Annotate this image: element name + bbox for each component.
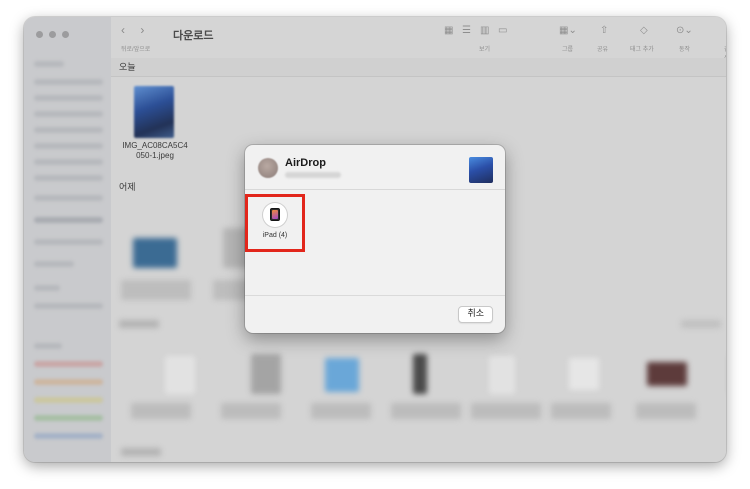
sidebar-item-blurred[interactable]: [34, 143, 103, 149]
airdrop-footer: 취소: [245, 295, 505, 333]
file-name-blurred: [121, 280, 191, 300]
file-thumbnail[interactable]: [569, 358, 599, 390]
airdrop-title: AirDrop: [285, 157, 326, 169]
icon-view-icon[interactable]: ▦: [444, 25, 453, 36]
section-header-blurred: [121, 448, 161, 456]
file-name-blurred: [311, 403, 371, 419]
sidebar-item-blurred[interactable]: [34, 111, 103, 117]
file-name-blurred: [221, 403, 281, 419]
section-header-blurred: [119, 320, 159, 328]
file-thumbnail[interactable]: [325, 358, 359, 392]
sidebar-tag-green[interactable]: [34, 415, 103, 421]
nav-label: 뒤로/앞으로: [121, 47, 151, 53]
ipad-icon: [263, 203, 287, 227]
file-name-blurred: [131, 403, 191, 419]
file-name-blurred: [391, 403, 461, 419]
group-icon[interactable]: ▦⌄: [559, 25, 577, 36]
device-label: iPad (4): [262, 232, 288, 239]
shared-file-preview: [469, 157, 493, 183]
sidebar: [24, 17, 111, 462]
sidebar-item-blurred[interactable]: [34, 79, 103, 85]
show-more-blurred[interactable]: [681, 320, 721, 328]
file-thumbnail[interactable]: [134, 86, 174, 138]
file-name-line2: 050-1.jpeg: [136, 151, 174, 160]
sidebar-item-blurred[interactable]: [34, 239, 103, 245]
sidebar-item-blurred[interactable]: [34, 159, 103, 165]
sidebar-item-blurred[interactable]: [34, 127, 103, 133]
share-label: 공유: [597, 47, 609, 53]
file-thumbnail[interactable]: [413, 354, 427, 394]
sidebar-tag-orange[interactable]: [34, 379, 103, 385]
section-today: 오늘: [111, 58, 726, 77]
sidebar-tag-red[interactable]: [34, 361, 103, 367]
sidebar-item-blurred[interactable]: [34, 95, 103, 101]
view-label: 보기: [479, 47, 491, 53]
window-title: 다운로드: [173, 30, 214, 42]
file-thumbnail[interactable]: [133, 238, 177, 268]
sidebar-tag-blue[interactable]: [34, 433, 103, 439]
tag-icon[interactable]: ◇: [640, 25, 648, 36]
sidebar-item-selected[interactable]: [34, 217, 103, 223]
file-name-blurred: [551, 403, 611, 419]
cancel-button[interactable]: 취소: [458, 306, 493, 323]
sidebar-section-blurred: [34, 285, 60, 291]
close-window-button[interactable]: [36, 31, 43, 38]
minimize-window-button[interactable]: [49, 31, 56, 38]
file-name-line1: IMG_AC08CA5C4: [122, 141, 188, 150]
list-view-icon[interactable]: ☰: [462, 25, 471, 36]
sidebar-section-blurred: [34, 343, 62, 349]
sidebar-tag-yellow[interactable]: [34, 397, 103, 403]
file-thumbnail[interactable]: [489, 356, 515, 394]
gallery-view-icon[interactable]: ▭: [498, 25, 507, 36]
action-label: 동작: [679, 47, 691, 53]
airdrop-device-ipad[interactable]: iPad (4): [245, 194, 305, 252]
sidebar-item-blurred[interactable]: [34, 175, 103, 181]
airdrop-dialog: AirDrop iPad (4) 취소: [245, 145, 505, 333]
file-name-blurred: [471, 403, 541, 419]
airdrop-header: AirDrop: [245, 145, 505, 190]
sidebar-item-blurred[interactable]: [34, 195, 103, 201]
sidebar-item-blurred[interactable]: [34, 303, 103, 309]
toolbar: ‹ › 뒤로/앞으로 다운로드 ▦ ☰ ▥ ▭ 보기 ▦⌄ 그룹 ⇧ 공유 ◇ …: [111, 17, 726, 62]
airdrop-subtitle-blurred: [285, 172, 341, 178]
file-thumbnail[interactable]: [165, 356, 195, 394]
back-forward-icons[interactable]: ‹ ›: [121, 23, 150, 37]
zoom-window-button[interactable]: [62, 31, 69, 38]
file-thumbnail[interactable]: [251, 354, 281, 394]
avatar: [258, 158, 278, 178]
share-icon[interactable]: ⇧: [600, 25, 608, 36]
sidebar-item-blurred[interactable]: [34, 61, 64, 67]
column-view-icon[interactable]: ▥: [480, 25, 489, 36]
action-icon[interactable]: ⊙⌄: [676, 25, 693, 36]
window-controls: [36, 31, 69, 38]
file-name-blurred: [636, 403, 696, 419]
group-label: 그룹: [562, 47, 574, 53]
sidebar-item-blurred[interactable]: [34, 261, 74, 267]
tag-label: 태그 추가: [630, 47, 654, 53]
file-thumbnail[interactable]: [647, 362, 687, 386]
